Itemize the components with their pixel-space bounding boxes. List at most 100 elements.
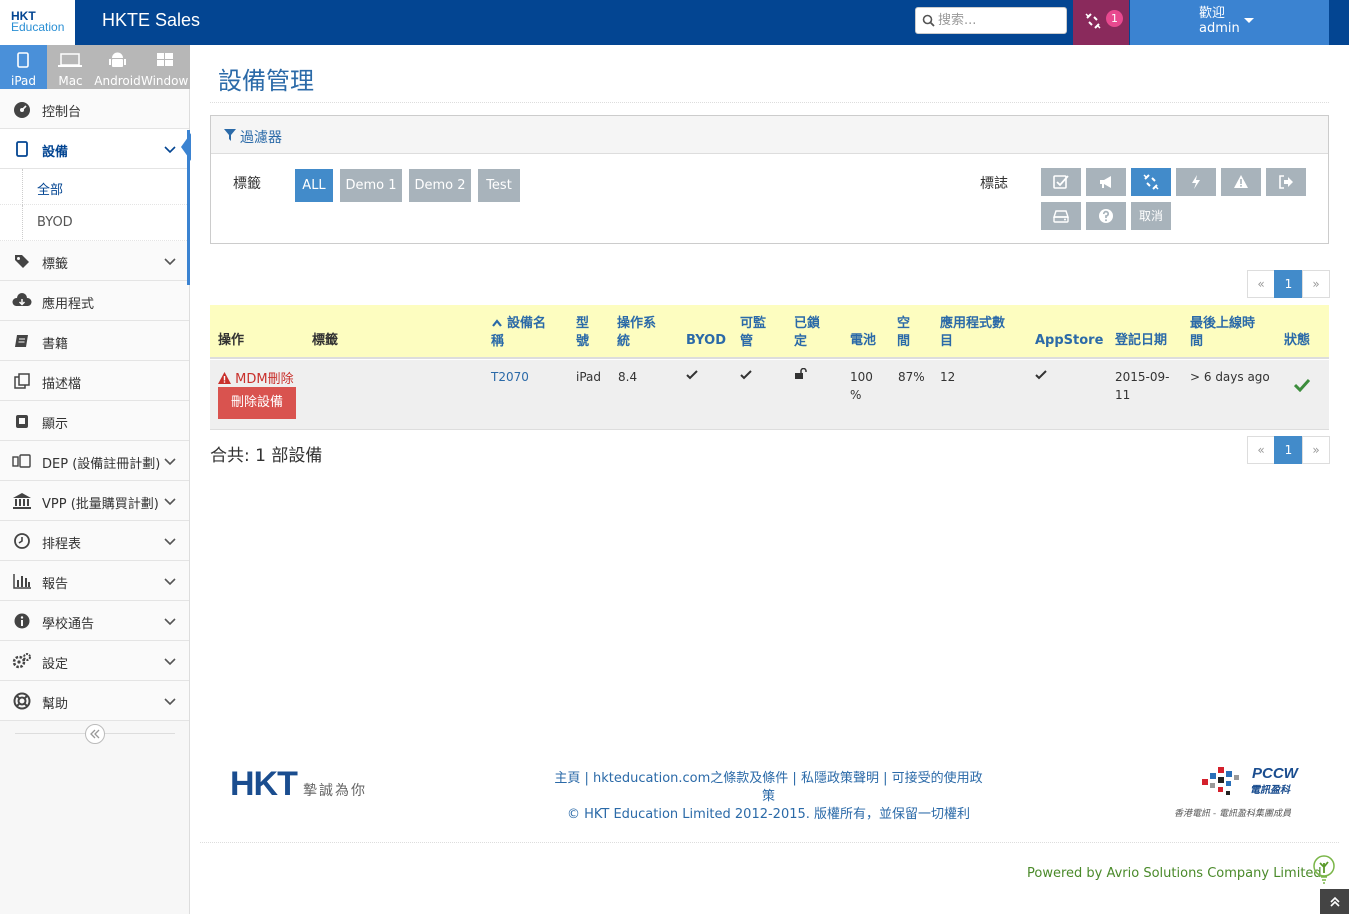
- hkt-logo-text: HKT: [230, 765, 298, 803]
- alert-count-badge: 1: [1106, 10, 1123, 27]
- sidebar-subitem-byod[interactable]: BYOD: [0, 205, 189, 241]
- flag-unlinked-button[interactable]: [1131, 168, 1171, 196]
- pagination-bottom: « 1 »: [1247, 436, 1330, 464]
- flag-unknown-button[interactable]: [1086, 202, 1126, 230]
- check-icon: [1035, 370, 1047, 380]
- tab-label: Mac: [58, 74, 83, 88]
- back-to-top-button[interactable]: [1320, 889, 1349, 914]
- user-menu[interactable]: 歡迎 admin: [1130, 0, 1329, 45]
- clock-icon: [14, 533, 30, 549]
- col-enroll-date[interactable]: 登記日期: [1115, 332, 1167, 350]
- tag-icon: [15, 255, 29, 268]
- broken-link-icon: [1143, 174, 1159, 190]
- tab-android[interactable]: Android: [94, 45, 141, 89]
- sidebar-item-help[interactable]: 幫助: [0, 681, 189, 721]
- col-appstore[interactable]: AppStore: [1035, 332, 1103, 350]
- sidebar-item-vpp[interactable]: VPP (批量購買計劃): [0, 481, 189, 521]
- tab-mac[interactable]: Mac: [47, 45, 94, 89]
- pager-next[interactable]: »: [1302, 436, 1330, 464]
- col-locked[interactable]: 已鎖定: [794, 315, 824, 351]
- chevron-down-icon: [164, 258, 176, 266]
- flag-supervised-button[interactable]: [1041, 168, 1081, 196]
- hkt-education-logo[interactable]: HKT Education: [0, 0, 75, 45]
- sidebar-item-devices[interactable]: 設備: [0, 129, 189, 169]
- chevron-down-icon: [164, 578, 176, 586]
- tag-filter-all[interactable]: ALL: [295, 169, 333, 202]
- pager-prev[interactable]: «: [1247, 270, 1275, 298]
- flags-label: 標誌: [980, 176, 1008, 192]
- col-tags: 標籤: [312, 333, 339, 348]
- search-input[interactable]: [938, 10, 1063, 31]
- sidebar-item-schedule[interactable]: 排程表: [0, 521, 189, 561]
- sidebar-subitem-all[interactable]: 全部: [0, 169, 189, 205]
- pager-page-1[interactable]: 1: [1274, 270, 1303, 298]
- col-model[interactable]: 型號: [576, 315, 594, 351]
- flag-warning-button[interactable]: [1221, 168, 1261, 196]
- filter-icon: [224, 129, 236, 141]
- tag-filter-demo2[interactable]: Demo 2: [409, 169, 471, 202]
- book-icon: [15, 335, 28, 347]
- flag-signout-button[interactable]: [1266, 168, 1306, 196]
- search-box[interactable]: [915, 7, 1067, 34]
- tag-filter-test[interactable]: Test: [478, 169, 520, 202]
- sidebar-item-profiles[interactable]: 描述檔: [0, 361, 189, 401]
- sidebar-item-display[interactable]: 顯示: [0, 401, 189, 441]
- col-battery[interactable]: 電池: [850, 332, 876, 350]
- check-icon: [686, 370, 698, 380]
- pager-prev[interactable]: «: [1247, 436, 1275, 464]
- app-title[interactable]: HKTE Sales: [102, 10, 200, 31]
- sidebar-item-dep[interactable]: DEP (設備註冊計劃): [0, 441, 189, 481]
- bank-icon: [13, 493, 31, 509]
- hkt-footer-logo[interactable]: HKT 摯誠為你: [230, 765, 367, 804]
- lifebuoy-icon: [13, 692, 31, 710]
- col-space[interactable]: 空間: [897, 315, 915, 351]
- flag-storage-button[interactable]: [1041, 202, 1081, 230]
- mdm-delete-link[interactable]: MDM刪除: [218, 368, 294, 387]
- page-title: 設備管理: [218, 67, 314, 95]
- flag-announce-button[interactable]: [1086, 168, 1126, 196]
- search-icon: [922, 14, 935, 27]
- sidebar-item-label: 控制台: [42, 105, 82, 120]
- col-byod[interactable]: BYOD: [686, 332, 726, 350]
- alerts-button[interactable]: 1: [1073, 0, 1129, 45]
- col-status[interactable]: 狀態: [1284, 332, 1310, 350]
- col-app-count[interactable]: 應用程式數目: [940, 315, 1015, 351]
- sidebar-item-dashboard[interactable]: 控制台: [0, 89, 189, 129]
- flag-cancel-button[interactable]: 取消: [1131, 202, 1171, 230]
- tab-windows[interactable]: Windows: [141, 45, 188, 89]
- sidebar-item-reports[interactable]: 報告: [0, 561, 189, 601]
- pager-next[interactable]: »: [1302, 270, 1330, 298]
- sign-out-icon: [1279, 175, 1293, 189]
- sidebar-item-notices[interactable]: 學校通告: [0, 601, 189, 641]
- filter-header[interactable]: 過濾器: [211, 116, 1328, 154]
- sidebar-item-apps[interactable]: 應用程式: [0, 281, 189, 321]
- table-header: 操作 標籤 設備名稱 型號 操作系統 BYOD 可監管 已鎖定 電池 空間 應用…: [210, 305, 1329, 359]
- footer-links-line[interactable]: 主頁 | hkteducation.com之條款及條件 | 私隱政策聲明 | 可…: [551, 770, 986, 806]
- info-icon: [14, 613, 30, 629]
- tag-filter-demo1[interactable]: Demo 1: [340, 169, 402, 202]
- chevron-down-icon: [164, 618, 176, 626]
- device-total: 合共: 1 部設備: [210, 446, 323, 466]
- bolt-icon: [1192, 175, 1200, 189]
- delete-device-button[interactable]: 刪除設備: [218, 387, 296, 419]
- footer-divider: [200, 842, 1339, 843]
- sidebar-item-settings[interactable]: 設定: [0, 641, 189, 681]
- flag-power-button[interactable]: [1176, 168, 1216, 196]
- tree-line: [22, 205, 23, 241]
- col-os[interactable]: 操作系統: [617, 315, 665, 351]
- table-row: MDM刪除 刪除設備 T2070 iPad 8.4 100 % 87% 12 2…: [210, 360, 1329, 430]
- col-supervised[interactable]: 可監管: [740, 315, 770, 351]
- check-icon: [740, 370, 752, 380]
- device-name-link[interactable]: T2070: [491, 368, 529, 386]
- gears-icon: [12, 653, 31, 669]
- unlock-icon: [795, 368, 807, 379]
- col-last-seen[interactable]: 最後上線時間: [1190, 315, 1265, 351]
- tab-ipad[interactable]: iPad: [0, 45, 47, 89]
- sidebar-item-tags[interactable]: 標籤: [0, 241, 189, 281]
- pager-page-1[interactable]: 1: [1274, 436, 1303, 464]
- collapse-sidebar-button[interactable]: [85, 724, 105, 744]
- sidebar-item-books[interactable]: 書籍: [0, 321, 189, 361]
- sidebar-item-label: 設備: [42, 145, 69, 160]
- powered-by: Powered by Avrio Solutions Company Limit…: [1027, 866, 1326, 881]
- sidebar-item-label: VPP (批量購買計劃): [42, 497, 159, 512]
